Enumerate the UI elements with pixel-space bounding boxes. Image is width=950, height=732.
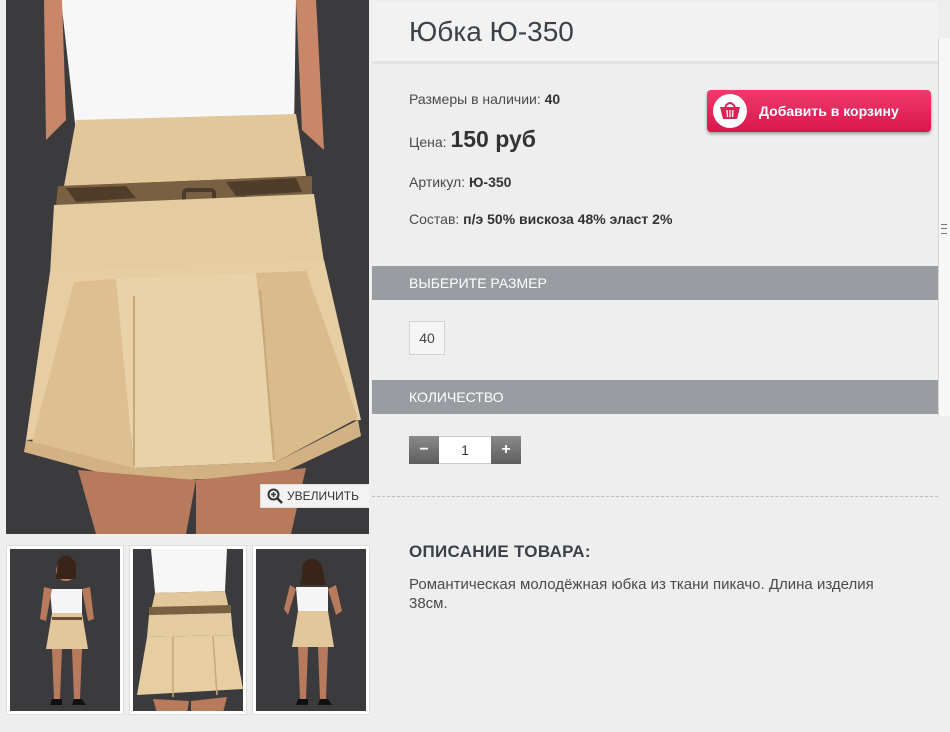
thumbnail-front-illustration <box>10 549 120 711</box>
price-label: Цена: <box>409 134 447 150</box>
composition-row: Состав: п/э 50% вискоза 48% эласт 2% <box>409 209 709 229</box>
panel-resize-handle[interactable] <box>938 38 950 416</box>
product-title: Юбка Ю-350 <box>409 16 574 47</box>
skirt-photo-illustration <box>6 0 369 534</box>
thumbnail-detail[interactable] <box>129 545 247 715</box>
article-label: Артикул: <box>409 174 466 190</box>
quantity-section-header: КОЛИЧЕСТВО <box>372 380 938 414</box>
title-bar: Юбка Ю-350 <box>372 2 938 64</box>
thumbnail-front[interactable] <box>6 545 124 715</box>
size-section-header: ВЫБЕРИТЕ РАЗМЕР <box>372 266 938 300</box>
grip-icon <box>941 224 947 234</box>
quantity-input[interactable]: 1 <box>439 436 491 464</box>
price-row: Цена: 150 руб <box>409 126 536 153</box>
size-option-40[interactable]: 40 <box>409 321 445 355</box>
zoom-in-icon <box>267 488 283 504</box>
zoom-label: УВЕЛИЧИТЬ <box>287 489 359 503</box>
add-to-cart-label: Добавить в корзину <box>759 103 899 119</box>
quantity-increase-button[interactable]: + <box>491 436 521 464</box>
divider <box>372 496 938 497</box>
description-title: ОПИСАНИЕ ТОВАРА: <box>409 542 591 561</box>
quantity-stepper: − 1 + <box>409 436 521 464</box>
quantity-decrease-button[interactable]: − <box>409 436 439 464</box>
composition-value: п/э 50% вискоза 48% эласт 2% <box>463 211 673 227</box>
main-product-photo[interactable]: УВЕЛИЧИТЬ <box>6 0 369 534</box>
add-to-cart-button[interactable]: Добавить в корзину <box>707 90 931 132</box>
article-row: Артикул: Ю-350 <box>409 174 511 190</box>
basket-icon <box>713 94 747 128</box>
thumbnail-strip <box>6 545 370 717</box>
thumbnail-back[interactable] <box>252 545 370 715</box>
thumbnail-detail-illustration <box>133 549 243 711</box>
price-value: 150 руб <box>450 126 536 152</box>
description-text: Романтическая молодёжная юбка из ткани п… <box>409 576 874 612</box>
sizes-available: Размеры в наличии: 40 <box>409 91 560 107</box>
sizes-label: Размеры в наличии: <box>409 91 541 107</box>
zoom-button[interactable]: УВЕЛИЧИТЬ <box>260 484 369 508</box>
thumbnail-back-illustration <box>256 549 366 711</box>
sizes-value: 40 <box>544 91 561 107</box>
composition-label: Состав: <box>409 211 460 227</box>
article-value: Ю-350 <box>468 174 512 190</box>
